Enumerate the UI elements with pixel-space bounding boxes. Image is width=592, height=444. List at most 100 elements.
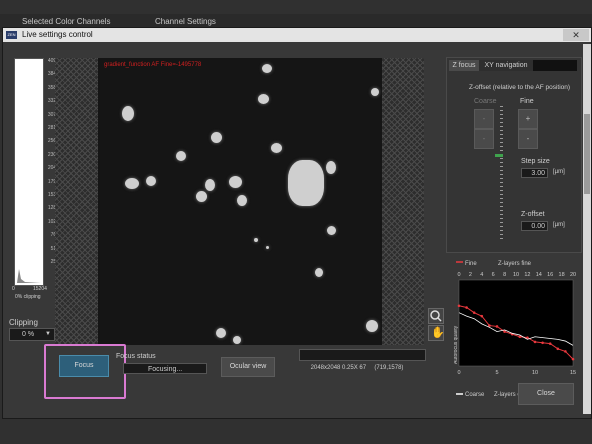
z-offset-input[interactable]: 0.00 [521,221,548,231]
top-tick-label: 14 [536,272,542,278]
bottom-tick-label: 5 [495,370,498,376]
top-tick-label: 16 [547,272,553,278]
fine-plus-button[interactable]: + [518,109,538,129]
bottom-tick-label: 10 [532,370,538,376]
top-tick-label: 20 [570,272,576,278]
fine-data-point [495,325,499,328]
legend-fine-label: Fine [465,261,477,267]
fine-data-point [472,311,476,314]
top-tick-label: 12 [524,272,530,278]
app-icon: ZEN [6,31,17,39]
image-border-right [382,58,424,345]
focus-button-label: Focus [74,362,94,369]
magnifier-icon [430,310,442,322]
image-border-left [55,58,98,345]
y-axis-label: Autofocus quality [454,325,459,364]
hand-icon: ✋ [431,327,445,339]
cell [216,328,226,338]
cell [196,191,207,202]
fine-data-point [541,341,544,345]
z-offset-label: Z-offset [521,211,545,218]
plot-area [458,279,574,367]
cell [366,320,378,332]
cell [258,94,269,104]
cell [371,88,379,96]
top-tick-label: 8 [503,272,506,278]
live-settings-window: ZEN Live settings control ✕ 4096 3840 3584… [2,27,592,419]
cell-debris [254,238,258,242]
histogram-panel [14,58,44,286]
z-focus-panel: Z focus XY navigation Z-offset (relative… [446,57,582,253]
pan-tool-button[interactable]: ✋ [428,325,445,341]
fine-minus-button[interactable]: - [518,129,538,149]
top-tick-label: 4 [480,272,483,278]
top-tick-label: 18 [559,272,565,278]
cell [326,161,336,174]
top-tick-label: 10 [513,272,519,278]
image-info: 2048x2048 0.25X 67 (719,1578) [310,365,404,371]
chevron-down-icon: ▼ [45,331,51,337]
cell [125,178,139,189]
step-size-unit: [µm] [553,169,565,175]
cell [176,151,186,161]
focus-status-label: Focus status [116,353,156,360]
z-offset-title: Z-offset (relative to the AF position) [469,84,571,91]
clipping-percent: 0% clipping [15,294,41,300]
cell-debris [266,246,269,249]
cell [327,226,336,235]
cell-cluster [288,160,324,206]
top-tick-label: 6 [492,272,495,278]
zoom-tool-button[interactable] [428,308,444,324]
clipping-label: Clipping [9,318,38,327]
fine-data-point [571,357,575,361]
focus-status-field: Focusing... [123,363,207,374]
top-tick-label: 2 [469,272,472,278]
legend-coarse-label: Coarse [465,392,485,398]
step-size-input[interactable]: 3.00 [521,168,548,178]
coarse-plus-button[interactable]: - [474,109,494,129]
chart-title: Z-layers fine [498,261,532,267]
top-tick-label: 0 [457,272,460,278]
focus-button[interactable]: Focus [59,355,109,377]
fine-data-point [533,340,537,344]
coarse-minus-button[interactable]: - [474,129,494,149]
close-button-label: Close [537,390,555,397]
fine-label: Fine [520,98,534,105]
cell [211,132,222,143]
channel-settings-label: Channel Settings [155,17,216,26]
z-slider-track[interactable] [500,106,503,242]
z-offset-unit: [µm] [553,222,565,228]
live-image[interactable]: gradient_function AF Fine=-1495778 [98,58,382,345]
close-button[interactable]: Close [518,383,574,405]
z-slider-handle[interactable] [495,154,503,157]
cell [315,268,323,277]
step-size-label: Step size [521,158,550,165]
histogram-curve [17,269,41,283]
cell [262,64,272,73]
fine-data-point [548,342,552,345]
tab-xy-navigation[interactable]: XY navigation [479,60,533,71]
cell [205,179,215,191]
fine-data-point [457,304,461,308]
cell [237,195,247,206]
ocular-view-button[interactable]: Ocular view [221,357,275,377]
window-title: Live settings control [22,30,93,39]
image-overlay-text: gradient_function AF Fine=-1495778 [104,62,202,68]
scrollbar-thumb[interactable] [584,114,590,194]
histogram-min: 0 [12,286,15,292]
coarse-label: Coarse [474,98,497,105]
close-icon[interactable]: ✕ [563,29,589,41]
autofocus-chart: Fine Z-layers fineCoarse Z-layers coarseAu… [454,261,576,398]
tab-strip-fill [533,60,577,71]
focus-status-value: Focusing... [148,366,183,373]
tab-z-focus[interactable]: Z focus [449,60,479,71]
cell [271,143,282,153]
bottom-tick-label: 0 [457,370,460,376]
window-scrollbar[interactable] [583,44,591,414]
cell [146,176,156,186]
clipping-select[interactable]: 0 % ▼ [9,328,55,341]
fine-data-point [556,347,560,351]
image-info-field: 2048x2048 0.25X 67 (719,1578) [299,349,426,371]
histogram-max: 15204 [33,286,47,292]
title-bar: ZEN Live settings control ✕ [3,28,591,42]
